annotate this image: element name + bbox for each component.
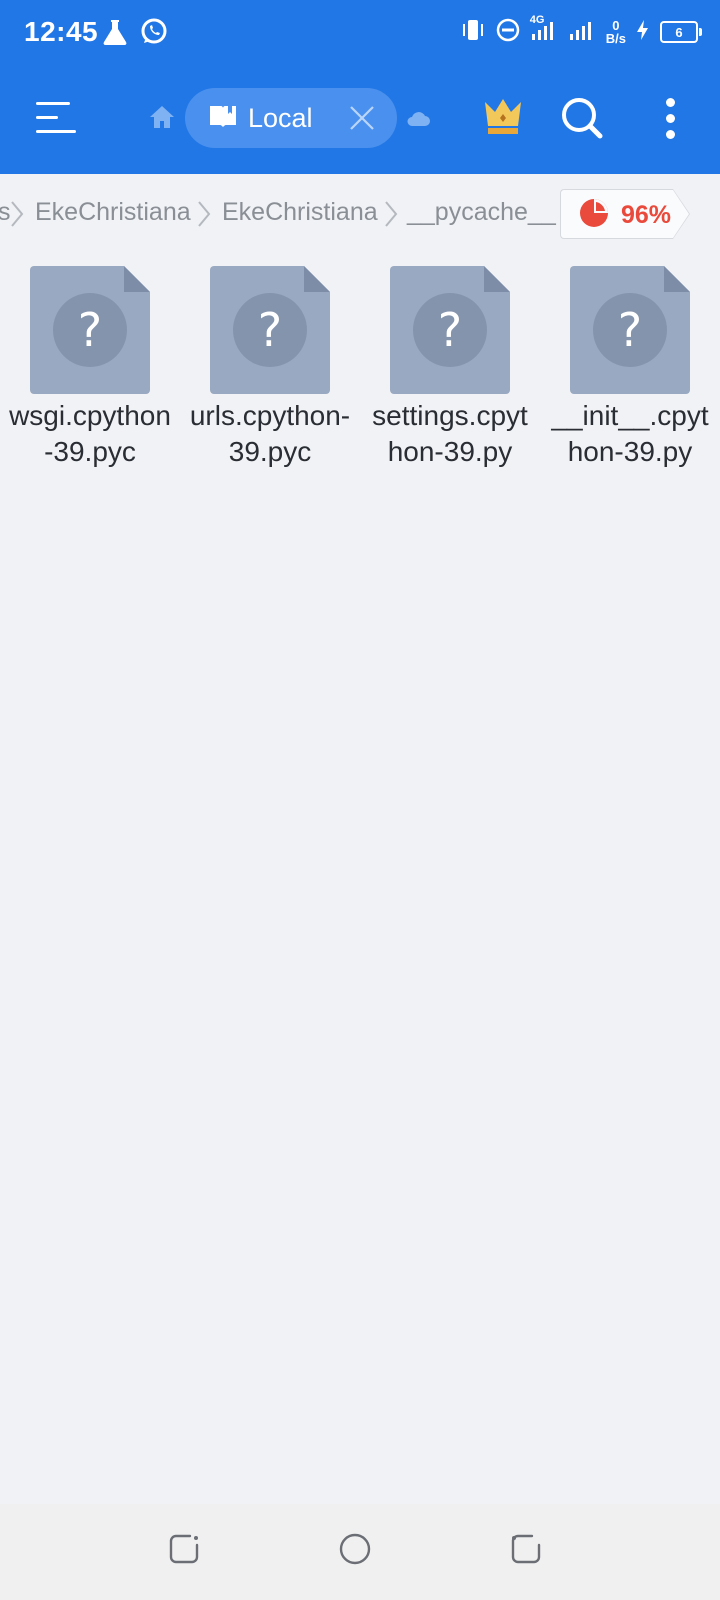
menu-icon-line	[36, 130, 76, 133]
battery-level: 6	[675, 24, 683, 40]
book-icon	[208, 103, 238, 134]
search-icon[interactable]	[560, 96, 604, 145]
status-icons: 4G 0 B/s 6	[460, 14, 702, 48]
status-time: 12:45	[24, 16, 99, 47]
chevron-right-icon	[197, 200, 211, 233]
unknown-file-icon: ?	[210, 266, 330, 394]
recent-apps-button[interactable]	[168, 1532, 200, 1571]
chevron-right-icon	[10, 200, 24, 233]
dot	[666, 114, 675, 123]
back-button[interactable]	[510, 1532, 542, 1571]
system-nav-bar	[0, 1504, 720, 1600]
do-not-disturb-icon	[496, 18, 520, 47]
signal-icon	[568, 18, 596, 47]
menu-icon-line	[36, 102, 70, 105]
svg-text:?: ?	[618, 303, 642, 357]
tab-label: Local	[248, 102, 313, 133]
app-bar: Local	[0, 64, 720, 174]
menu-button[interactable]	[32, 98, 78, 138]
unknown-file-icon: ?	[570, 266, 690, 394]
unknown-file-icon: ?	[390, 266, 510, 394]
header: 12:45 4G 0 B/s 6 Local	[0, 0, 720, 174]
net-speed-unit: B/s	[605, 31, 626, 46]
status-bar: 12:45 4G 0 B/s 6	[0, 0, 720, 64]
network-type: 4G	[529, 13, 545, 26]
net-speed: 0 B/s	[606, 19, 626, 45]
home-button[interactable]	[338, 1532, 372, 1571]
file-name: settings.cpython-39.py	[372, 400, 528, 467]
chevron-right-icon	[384, 200, 398, 233]
pie-chart-icon	[579, 198, 609, 233]
whatsapp-icon	[140, 17, 168, 50]
more-options-button[interactable]	[660, 98, 680, 140]
flask-icon	[102, 18, 128, 51]
home-icon[interactable]	[148, 104, 176, 135]
svg-text:?: ?	[258, 303, 282, 357]
unknown-file-icon: ?	[30, 266, 150, 394]
file-name: __init__.cpython-39.py	[551, 400, 709, 467]
crown-icon[interactable]	[482, 96, 524, 141]
file-name: wsgi.cpython-39.pyc	[9, 400, 171, 467]
menu-icon-line	[36, 116, 58, 119]
breadcrumb-item-current[interactable]: __pycache__	[407, 198, 556, 227]
tab-local[interactable]: Local	[185, 88, 397, 148]
signal-4g-icon: 4G	[530, 14, 558, 47]
breadcrumb-item[interactable]: EkeChristiana	[222, 198, 378, 227]
charging-icon	[636, 19, 650, 46]
svg-text:?: ?	[78, 303, 102, 357]
storage-usage-button[interactable]: 96%	[560, 189, 690, 239]
breadcrumb-item[interactable]: s	[0, 198, 11, 227]
dot	[666, 98, 675, 107]
dot	[666, 130, 675, 139]
vibrate-icon	[460, 18, 486, 47]
breadcrumb-item[interactable]: EkeChristiana	[35, 198, 191, 227]
battery-indicator: 6	[660, 21, 702, 43]
cloud-icon[interactable]	[405, 108, 431, 133]
storage-percent: 96%	[621, 201, 672, 229]
file-name: urls.cpython-39.pyc	[189, 400, 351, 467]
close-icon[interactable]	[349, 105, 375, 136]
svg-text:?: ?	[438, 303, 462, 357]
